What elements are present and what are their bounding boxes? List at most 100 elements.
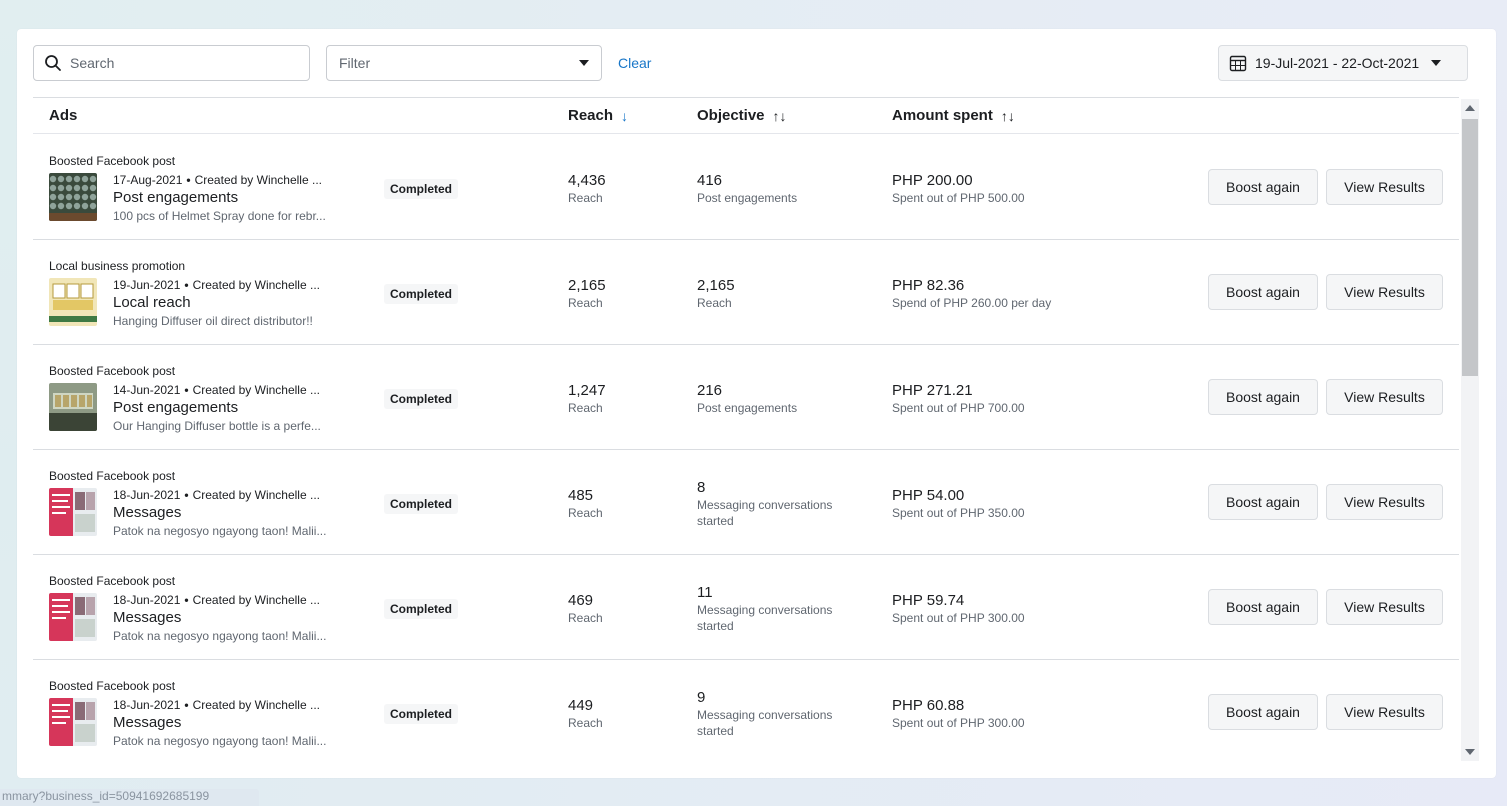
- table-row[interactable]: Boosted Facebook post 17-Aug-2021 • Create…: [33, 135, 1459, 240]
- view-results-button[interactable]: View Results: [1326, 694, 1443, 730]
- objective-label: Messaging conversations started: [697, 498, 833, 528]
- boost-again-button[interactable]: Boost again: [1208, 589, 1318, 625]
- ad-meta: 19-Jun-2021 • Created by Winchelle ...: [113, 278, 328, 292]
- column-label: Amount spent: [892, 107, 993, 124]
- ad-type: Boosted Facebook post: [49, 679, 176, 693]
- ad-date: 18-Jun-2021: [113, 488, 181, 502]
- objective-value: 416: [697, 172, 723, 189]
- column-header-amount-spent[interactable]: Amount spent ↑↓: [892, 107, 1015, 124]
- column-header-reach[interactable]: Reach ↓: [568, 107, 628, 124]
- boost-again-button[interactable]: Boost again: [1208, 169, 1318, 205]
- objective-label: Messaging conversations started: [697, 708, 833, 738]
- amount-spent-value: PHP 60.88: [892, 697, 965, 714]
- search-field[interactable]: [33, 45, 310, 81]
- boost-again-button[interactable]: Boost again: [1208, 379, 1318, 415]
- status-badge: Completed: [384, 704, 459, 724]
- status-bar-url: mmary?business_id=509416926851​99: [0, 789, 259, 806]
- ad-type: Boosted Facebook post: [49, 364, 176, 378]
- ad-description: Hanging Diffuser oil direct distributor!…: [113, 314, 313, 328]
- status-badge: Completed: [384, 389, 459, 409]
- view-results-button[interactable]: View Results: [1326, 589, 1443, 625]
- ad-name[interactable]: Local reach: [113, 294, 191, 311]
- status-badge: Completed: [384, 284, 459, 304]
- reach-label: Reach: [568, 401, 603, 415]
- ad-description: Our Hanging Diffuser bottle is a perfe..…: [113, 419, 321, 433]
- objective-label: Messaging conversations started: [697, 603, 833, 633]
- objective-value: 11: [697, 584, 713, 601]
- amount-spent-value: PHP 200.00: [892, 172, 973, 189]
- ad-meta: 14-Jun-2021 • Created by Winchelle ...: [113, 383, 328, 397]
- ad-thumbnail[interactable]: [49, 173, 97, 221]
- amount-spent-value: PHP 59.74: [892, 592, 965, 609]
- ad-meta: 17-Aug-2021 • Created by Winchelle ...: [113, 173, 328, 187]
- reach-value: 4,436: [568, 172, 606, 189]
- reach-value: 449: [568, 697, 594, 714]
- sort-icon[interactable]: ↑↓: [773, 108, 787, 124]
- boosted-ads-panel: Filter Clear 19-Jul-2021 - 22-Oct-2021 A…: [17, 29, 1496, 778]
- objective-label: Post engagements: [697, 401, 798, 415]
- view-results-button[interactable]: View Results: [1326, 274, 1443, 310]
- ad-thumbnail[interactable]: [49, 698, 97, 746]
- ad-thumbnail[interactable]: [49, 383, 97, 431]
- column-header-objective[interactable]: Objective ↑↓: [697, 107, 787, 124]
- ad-name[interactable]: Messages: [113, 714, 181, 731]
- ad-name[interactable]: Post engagements: [113, 399, 238, 416]
- ad-type: Boosted Facebook post: [49, 154, 176, 168]
- boost-again-button[interactable]: Boost again: [1208, 694, 1318, 730]
- table-row[interactable]: Boosted Facebook post 14-Jun-2021 • Create…: [33, 345, 1459, 450]
- ad-date: 18-Jun-2021: [113, 593, 181, 607]
- reach-label: Reach: [568, 506, 603, 520]
- amount-spent-note: Spend of PHP 260.00 per day: [892, 296, 1052, 310]
- amount-spent-note: Spent out of PHP 300.00: [892, 611, 1025, 625]
- date-range-picker[interactable]: 19-Jul-2021 - 22-Oct-2021: [1218, 45, 1468, 81]
- table-row[interactable]: Boosted Facebook post 18-Jun-2021 • Create…: [33, 660, 1459, 760]
- status-badge: Completed: [384, 494, 459, 514]
- reach-label: Reach: [568, 191, 603, 205]
- ad-description: Patok na negosyo ngayong taon! Malii...: [113, 629, 327, 643]
- ad-date: 17-Aug-2021: [113, 173, 183, 187]
- ad-creator: Created by Winchelle ...: [192, 278, 320, 292]
- objective-value: 216: [697, 382, 723, 399]
- column-label: Ads: [49, 107, 78, 124]
- amount-spent-value: PHP 271.21: [892, 382, 973, 399]
- vertical-scrollbar[interactable]: [1461, 99, 1479, 761]
- reach-value: 469: [568, 592, 594, 609]
- column-label: Objective: [697, 107, 765, 124]
- objective-value: 2,165: [697, 277, 735, 294]
- table-row[interactable]: Boosted Facebook post 18-Jun-2021 • Create…: [33, 450, 1459, 555]
- view-results-button[interactable]: View Results: [1326, 169, 1443, 205]
- scrollbar-thumb[interactable]: [1462, 119, 1478, 376]
- sort-descending-icon[interactable]: ↓: [621, 108, 628, 124]
- boost-again-button[interactable]: Boost again: [1208, 484, 1318, 520]
- scroll-down-arrow-icon[interactable]: [1465, 749, 1475, 755]
- status-badge: Completed: [384, 599, 459, 619]
- ad-name[interactable]: Post engagements: [113, 189, 238, 206]
- boost-again-button[interactable]: Boost again: [1208, 274, 1318, 310]
- amount-spent-note: Spent out of PHP 700.00: [892, 401, 1025, 415]
- sort-icon[interactable]: ↑↓: [1001, 108, 1015, 124]
- filter-dropdown[interactable]: Filter: [326, 45, 602, 81]
- view-results-button[interactable]: View Results: [1326, 484, 1443, 520]
- table-row[interactable]: Local business promotion 19-Jun-2021 • Cre…: [33, 240, 1459, 345]
- search-input[interactable]: [70, 55, 290, 71]
- ad-description: Patok na negosyo ngayong taon! Malii...: [113, 734, 327, 748]
- ad-creator: Created by Winchelle ...: [192, 383, 320, 397]
- ad-name[interactable]: Messages: [113, 504, 181, 521]
- ad-name[interactable]: Messages: [113, 609, 181, 626]
- view-results-button[interactable]: View Results: [1326, 379, 1443, 415]
- date-range-text: 19-Jul-2021 - 22-Oct-2021: [1255, 55, 1420, 71]
- ad-thumbnail[interactable]: [49, 488, 97, 536]
- ad-thumbnail[interactable]: [49, 278, 97, 326]
- ad-description: 100 pcs of Helmet Spray done for rebr...: [113, 209, 326, 223]
- separator-dot: •: [186, 173, 191, 187]
- objective-value: 9: [697, 689, 706, 706]
- separator-dot: •: [184, 488, 189, 502]
- ad-date: 14-Jun-2021: [113, 383, 181, 397]
- clear-filter-link[interactable]: Clear: [618, 55, 651, 71]
- table-row[interactable]: Boosted Facebook post 18-Jun-2021 • Create…: [33, 555, 1459, 660]
- separator-dot: •: [184, 383, 189, 397]
- ad-thumbnail[interactable]: [49, 593, 97, 641]
- scroll-up-arrow-icon[interactable]: [1465, 105, 1475, 111]
- ad-type: Boosted Facebook post: [49, 469, 176, 483]
- amount-spent-note: Spent out of PHP 500.00: [892, 191, 1025, 205]
